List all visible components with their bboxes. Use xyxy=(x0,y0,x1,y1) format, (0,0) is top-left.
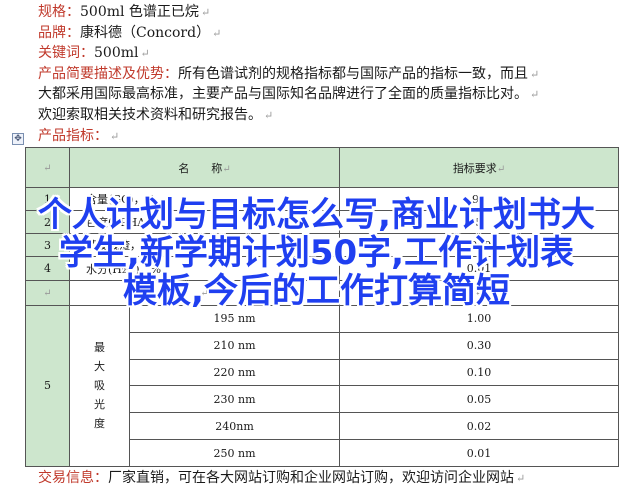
field-key: 关键词： xyxy=(38,45,94,62)
table-row: 4 水分(H₂O)，% 0.01 xyxy=(25,256,620,281)
row-no-cell: 2 xyxy=(25,210,70,235)
header-name-label: 名 称 xyxy=(178,161,223,175)
header-line: 产品简要描述及优势：所有色谱试剂的规格指标都与国际产品的指标一致，而且 ↵ xyxy=(38,64,539,85)
wavelength-cell: 195 nm xyxy=(128,304,341,333)
wavelength-cell: 210 nm xyxy=(128,331,341,360)
field-value: 500ml xyxy=(94,45,139,62)
field-value: 大都采用国际最高标准，主要产品与国际知名品牌进行了全面的质量指标比对。 xyxy=(38,86,528,103)
row-spec-cell: 97 xyxy=(339,186,620,212)
wavelength-cell: 220 nm xyxy=(128,358,341,387)
table-row: 1 含量(GC)，% 97 xyxy=(25,186,620,212)
field-key: 品牌： xyxy=(38,24,80,41)
return-mark: ↵ xyxy=(140,47,150,61)
header-line: 规格：500ml 色谱正已烷 ↵ xyxy=(38,2,210,23)
row-no-cell: 1 xyxy=(25,186,70,212)
absorbance-label-char: 度 xyxy=(94,417,105,431)
row-spec-cell: 0.01 xyxy=(339,256,620,281)
absorbance-no-cell: 5 xyxy=(25,304,70,468)
return-mark: ↵ xyxy=(110,129,120,143)
wavelength-cell: 230 nm xyxy=(128,385,341,414)
table-row: 2 色度(APHA) 5 xyxy=(25,210,620,235)
return-mark: ↵ xyxy=(222,163,231,175)
footer-key: 交易信息： xyxy=(38,470,108,486)
field-key: 规格： xyxy=(38,4,80,20)
row-no-cell: 3 xyxy=(25,233,70,258)
table-move-handle[interactable]: ✥ xyxy=(12,133,24,145)
return-mark: ↵ xyxy=(212,26,222,40)
header-name-cell: 名 称↵ xyxy=(68,147,341,188)
row-name-cell: 含量(GC)，% xyxy=(68,186,341,212)
return-mark: ↵ xyxy=(516,472,526,485)
header-spec-label: 指标要求 xyxy=(452,161,497,175)
absorbance-value-cell: 0.10 xyxy=(339,358,620,387)
field-value: 欢迎索取相关技术资料和研究报告。 xyxy=(38,107,262,123)
empty-name-cell: ↵ xyxy=(68,279,341,306)
table-row-empty: ↵ ↵ ↵ xyxy=(25,279,620,306)
empty-no-cell: ↵ xyxy=(25,279,70,306)
return-mark: ↵ xyxy=(530,67,540,81)
header-line: 大都采用国际最高标准，主要产品与国际知名品牌进行了全面的质量指标比对。 ↵ xyxy=(38,84,539,105)
absorbance-row: 5 最大吸光度 195 nm 1.00 xyxy=(25,304,620,468)
return-mark: ↵ xyxy=(200,6,211,19)
field-value: 康科德（Concord） xyxy=(80,24,211,41)
footer-value: 厂家直销，可在各大网站订购和企业网站订购，欢迎访问企业网站 xyxy=(108,470,514,486)
absorbance-label-char: 最 xyxy=(94,341,105,355)
absorbance-value-cell: 1.00 xyxy=(339,304,620,333)
row-name-cell: 水分(H₂O)，% xyxy=(68,256,341,281)
footer-line: 交易信息：厂家直销，可在各大网站订购和企业网站订购，欢迎访问企业网站 ↵ xyxy=(38,468,525,489)
return-mark: ↵ xyxy=(474,288,484,300)
absorbance-value-cell: 0.05 xyxy=(339,385,620,414)
row-spec-cell: 0.0005 xyxy=(339,233,620,258)
row-name-cell: 色度(APHA) xyxy=(68,210,341,235)
field-value: 500ml 色谱正已烷 xyxy=(80,4,199,20)
row-no-cell: 4 xyxy=(25,256,70,281)
absorbance-label-char: 光 xyxy=(94,398,105,412)
absorbance-value-cell: 0.02 xyxy=(339,412,620,441)
spec-table: ↵ 名 称↵ 指标要求↵ 1 含量(GC)，% 97 2 色度(APHA) 5 3 蒸发残渣，% 0.… xyxy=(25,147,620,468)
header-line: 品牌：康科德（Concord） ↵ xyxy=(38,23,221,44)
field-key: 产品指标： xyxy=(38,127,108,144)
wavelength-cell: 240nm xyxy=(128,412,341,441)
header-line: 欢迎索取相关技术资料和研究报告。 ↵ xyxy=(38,105,273,126)
return-mark: ↵ xyxy=(43,163,52,174)
absorbance-label-char: 大 xyxy=(94,360,105,374)
header-no-cell: ↵ xyxy=(25,147,70,188)
field-key: 产品简要描述及优势： xyxy=(38,65,178,82)
header-line: 产品指标： ↵ xyxy=(38,126,119,147)
return-mark: ↵ xyxy=(200,288,209,300)
return-mark: ↵ xyxy=(264,109,274,122)
wavelength-cell: 250 nm xyxy=(128,439,341,467)
header-spec-cell: 指标要求↵ xyxy=(339,147,620,188)
empty-spec-cell: ↵ xyxy=(339,279,620,306)
row-spec-cell: 5 xyxy=(339,210,620,235)
table-header-row: ↵ 名 称↵ 指标要求↵ xyxy=(25,147,620,188)
row-name-cell: 蒸发残渣，% xyxy=(68,233,341,258)
absorbance-value-cell: 0.01 xyxy=(339,439,620,467)
absorbance-label-char: 吸 xyxy=(94,379,105,393)
table-row: 3 蒸发残渣，% 0.0005 xyxy=(25,233,620,258)
header-line: 关键词：500ml ↵ xyxy=(38,43,150,64)
field-value: 所有色谱试剂的规格指标都与国际产品的指标一致，而且 xyxy=(178,65,528,82)
return-mark: ↵ xyxy=(43,288,52,300)
absorbance-value-cell: 0.30 xyxy=(339,331,620,360)
absorbance-label-cell: 最大吸光度 xyxy=(69,304,130,468)
return-mark: ↵ xyxy=(530,88,540,102)
return-mark: ↵ xyxy=(496,163,506,175)
